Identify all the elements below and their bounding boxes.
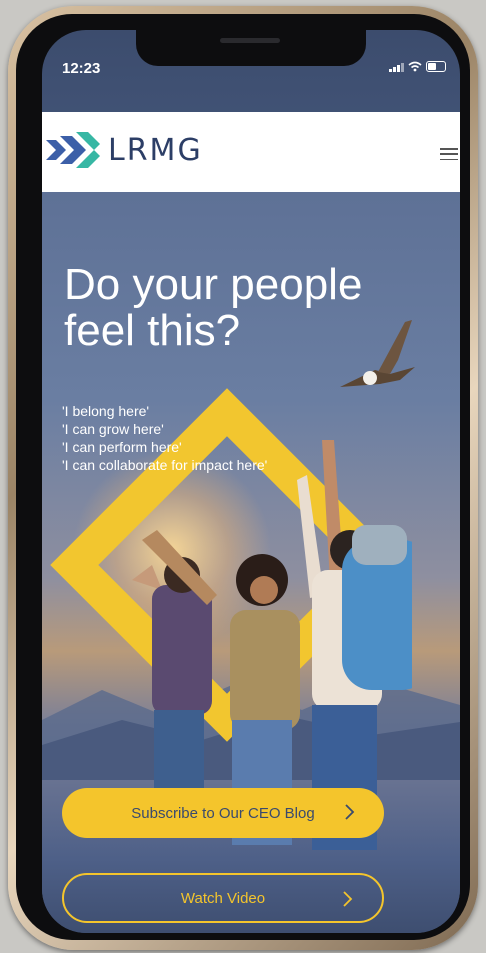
phone-notch: [136, 30, 366, 66]
headline-line-2: feel this?: [64, 306, 241, 355]
tagline: 'I can collaborate for impact here': [62, 457, 268, 473]
signal-icon: [389, 62, 404, 72]
tagline: 'I can grow here': [62, 421, 164, 437]
headline-line-1: Do your people: [64, 260, 363, 309]
subscribe-ceo-blog-button[interactable]: Subscribe to Our CEO Blog: [62, 788, 384, 838]
tagline: 'I can perform here': [62, 439, 182, 455]
status-icons: [389, 61, 446, 72]
hamburger-menu-icon[interactable]: [440, 148, 458, 160]
lrmg-logo-icon: [46, 132, 100, 168]
hikers-image: [132, 440, 412, 850]
wifi-icon: [408, 61, 422, 72]
chevron-right-icon: [345, 804, 355, 820]
chevron-right-icon: [343, 891, 353, 907]
hero-taglines: 'I belong here' 'I can grow here' 'I can…: [62, 402, 267, 474]
battery-icon: [426, 61, 446, 72]
watch-video-button[interactable]: Watch Video: [62, 873, 384, 923]
watch-video-label: Watch Video: [180, 889, 266, 907]
hero-headline: Do your people feel this?: [64, 262, 444, 354]
tagline: 'I belong here': [62, 403, 150, 419]
subscribe-button-label: Subscribe to Our CEO Blog: [131, 804, 315, 822]
site-header: LRMG: [42, 112, 460, 192]
phone-screen: Do your people feel this? 'I belong here…: [42, 30, 460, 933]
speaker-grill: [220, 38, 280, 43]
lrmg-logo[interactable]: LRMG: [46, 130, 203, 170]
logo-text: LRMG: [108, 132, 203, 168]
status-time: 12:23: [62, 60, 101, 77]
